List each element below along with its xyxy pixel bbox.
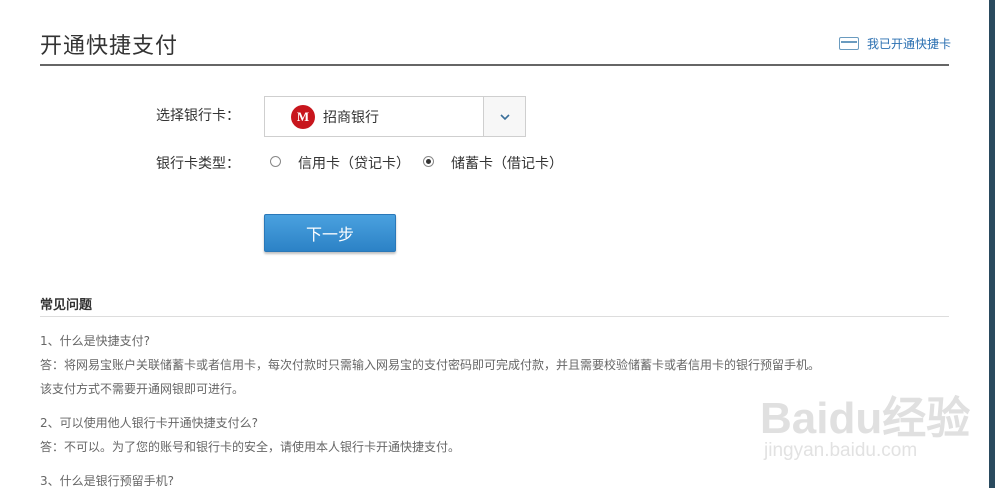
faq-answer: 答：不可以。为了您的账号和银行卡的安全，请使用本人银行卡开通快捷支付。 bbox=[40, 440, 461, 454]
card-icon bbox=[838, 37, 859, 50]
faq-question: 2、可以使用他人银行卡开通快捷支付么? bbox=[40, 416, 259, 430]
credit-card-label[interactable]: 信用卡（贷记卡） bbox=[298, 153, 410, 173]
next-step-button[interactable]: 下一步 bbox=[264, 214, 396, 252]
faq-answer: 答：将网易宝账户关联储蓄卡或者信用卡，每次付款时只需输入网易宝的支付密码即可完成… bbox=[40, 358, 821, 372]
baidu-watermark-url: jingyan.baidu.com bbox=[764, 440, 918, 461]
debit-card-radio[interactable] bbox=[423, 156, 434, 167]
opened-cards-link[interactable]: 我已开通快捷卡 bbox=[838, 35, 951, 52]
card-type-label: 银行卡类型： bbox=[156, 156, 240, 172]
faq-question: 1、什么是快捷支付? bbox=[40, 334, 151, 348]
window-edge bbox=[989, 0, 995, 488]
title-divider bbox=[40, 64, 949, 66]
chevron-down-icon bbox=[499, 113, 510, 120]
cmb-logo-icon: M bbox=[291, 104, 315, 129]
debit-card-label[interactable]: 储蓄卡（借记卡） bbox=[451, 153, 563, 173]
faq-answer: 该支付方式不需要开通网银即可进行。 bbox=[40, 382, 245, 396]
faq-title: 常见问题 bbox=[40, 298, 93, 313]
faq-question: 3、什么是银行预留手机? bbox=[40, 474, 175, 488]
bank-label: 选择银行卡： bbox=[156, 108, 240, 124]
bank-select-value: 招商银行 bbox=[323, 109, 379, 126]
bank-select[interactable]: M 招商银行 bbox=[264, 96, 526, 137]
opened-cards-link-label: 我已开通快捷卡 bbox=[866, 37, 951, 51]
faq-divider bbox=[40, 316, 949, 317]
page-title: 开通快捷支付 bbox=[40, 34, 179, 59]
dropdown-button[interactable] bbox=[483, 97, 525, 136]
baidu-watermark: Baidu经验 bbox=[760, 394, 971, 443]
credit-card-radio[interactable] bbox=[270, 156, 281, 167]
